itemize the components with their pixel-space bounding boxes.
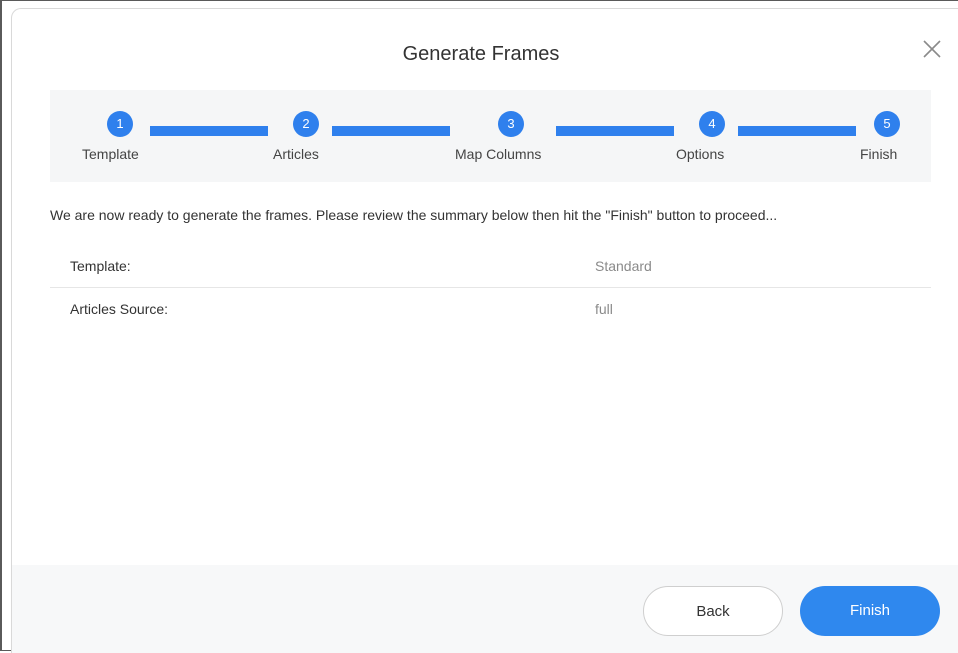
finish-button[interactable]: Finish — [800, 586, 940, 636]
summary-key: Template: — [70, 258, 131, 274]
step-connector — [738, 126, 856, 136]
step-2-circle[interactable]: 2 — [293, 111, 319, 137]
step-connector — [556, 126, 674, 136]
wizard-stepper: 1 2 3 4 5 Template Articles Map Columns … — [50, 90, 931, 182]
step-5-circle[interactable]: 5 — [874, 111, 900, 137]
close-icon — [923, 40, 941, 58]
step-1-circle[interactable]: 1 — [107, 111, 133, 137]
dialog-title: Generate Frames — [402, 43, 560, 65]
close-button[interactable] — [920, 37, 944, 61]
step-connector — [332, 126, 450, 136]
step-3-circle[interactable]: 3 — [498, 111, 524, 137]
step-3-label: Map Columns — [455, 146, 542, 162]
summary-value: Standard — [595, 258, 652, 274]
back-button[interactable]: Back — [643, 586, 783, 636]
step-4-circle[interactable]: 4 — [699, 111, 725, 137]
summary-table: Template: Standard Articles Source: full — [50, 245, 931, 330]
step-2-label: Articles — [273, 146, 319, 162]
summary-value: full — [595, 301, 613, 317]
window-frame: Generate Frames 1 2 3 4 5 Template Artic… — [0, 0, 958, 653]
summary-key: Articles Source: — [70, 301, 169, 317]
summary-row: Articles Source: full — [50, 288, 931, 330]
intro-text: We are now ready to generate the frames.… — [50, 207, 778, 223]
step-4-label: Options — [676, 146, 725, 162]
step-connector — [150, 126, 268, 136]
step-5-label: Finish — [860, 146, 898, 162]
dialog-footer: Back Finish — [12, 565, 958, 653]
summary-row: Template: Standard — [50, 245, 931, 288]
step-1-label: Template — [82, 146, 139, 162]
generate-frames-dialog: Generate Frames 1 2 3 4 5 Template Artic… — [11, 8, 958, 653]
